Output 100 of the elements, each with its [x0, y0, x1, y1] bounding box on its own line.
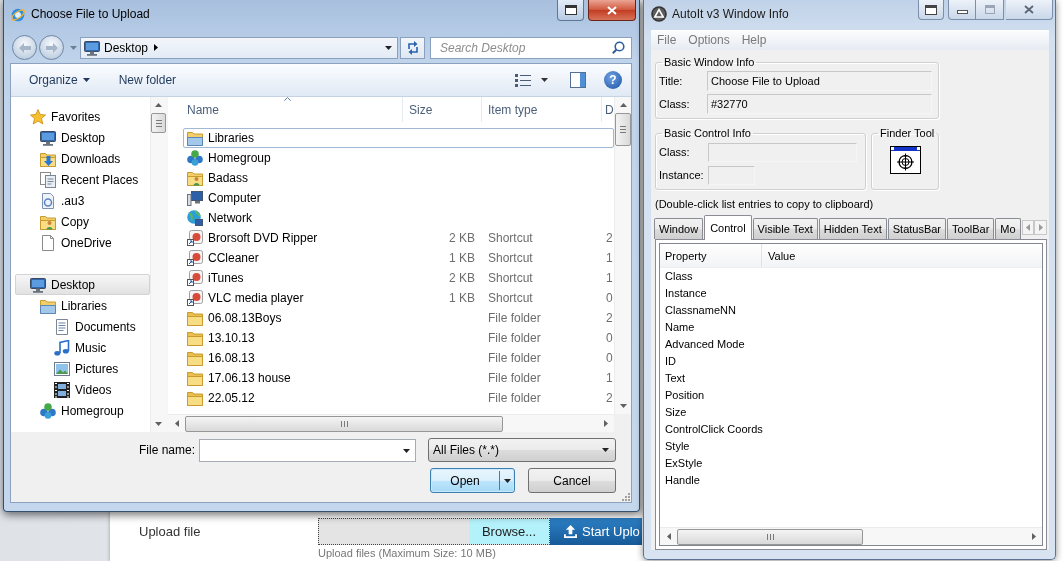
menu-item[interactable]: Help — [735, 33, 773, 47]
text-field[interactable]: Choose File to Upload — [707, 71, 932, 91]
column-header[interactable]: Item type — [482, 97, 602, 122]
scrollbar-thumb[interactable] — [677, 528, 863, 545]
file-row[interactable]: Network — [183, 208, 614, 228]
nav-item[interactable]: Homegroup — [15, 400, 150, 421]
file-row[interactable]: iTunes 2 KB Shortcut 1 — [183, 268, 614, 288]
column-header[interactable]: Size — [403, 97, 482, 122]
file-row[interactable]: VLC media player 1 KB Shortcut 0 — [183, 288, 614, 308]
nav-item[interactable]: OneDrive — [15, 232, 150, 253]
text-field[interactable]: #32770 — [707, 94, 932, 114]
file-name-field[interactable] — [199, 438, 416, 462]
nav-item[interactable]: Downloads — [15, 148, 150, 169]
scroll-right-arrow-icon[interactable] — [1032, 533, 1036, 540]
property-list-item[interactable]: Size — [660, 404, 1042, 421]
file-row[interactable]: CCleaner 1 KB Shortcut 1 — [183, 248, 614, 268]
tab[interactable]: Visible Text — [752, 218, 818, 239]
scroll-down-arrow-icon[interactable] — [155, 422, 162, 426]
scrollbar-thumb[interactable] — [151, 113, 166, 133]
breadcrumb-item[interactable]: Desktop — [104, 40, 149, 55]
file-input-field[interactable]: Browse... — [318, 518, 550, 545]
menu-item[interactable]: File — [651, 33, 683, 47]
file-row[interactable]: Homegroup — [183, 148, 614, 168]
property-list-item[interactable]: ControlClick Coords — [660, 421, 1042, 438]
scroll-up-arrow-icon[interactable] — [155, 103, 162, 107]
tab[interactable]: Control — [704, 215, 752, 240]
open-button[interactable]: Open — [430, 468, 515, 493]
property-list-item[interactable]: Name — [660, 319, 1042, 336]
minimize-button[interactable] — [948, 0, 976, 20]
column-header[interactable]: Name — [168, 97, 403, 122]
tab-scroll-right-button[interactable] — [1034, 220, 1047, 235]
column-header[interactable]: Property — [660, 244, 762, 267]
new-folder-button[interactable]: New folder — [112, 68, 183, 92]
nav-item[interactable]: Pictures — [15, 358, 150, 379]
nav-item[interactable]: Documents — [15, 316, 150, 337]
scrollbar-thumb[interactable] — [615, 113, 631, 146]
crosshair-icon[interactable] — [889, 146, 921, 174]
file-row[interactable]: 22.05.12 File folder 2 — [183, 388, 614, 408]
vertical-scrollbar[interactable] — [614, 97, 631, 414]
property-list-item[interactable]: Style — [660, 438, 1042, 455]
file-row[interactable]: 13.10.13 File folder 0 — [183, 328, 614, 348]
breadcrumb-arrow-icon[interactable] — [154, 44, 159, 51]
menu-item[interactable]: Options — [682, 33, 736, 47]
browse-button[interactable]: Browse... — [469, 519, 549, 544]
tab[interactable]: Window — [654, 218, 704, 239]
horizontal-scrollbar[interactable] — [660, 527, 1042, 545]
horizontal-scrollbar[interactable] — [168, 414, 614, 432]
vertical-scrollbar[interactable] — [150, 97, 166, 432]
column-header[interactable]: D — [602, 97, 614, 122]
scroll-left-arrow-icon[interactable] — [667, 533, 671, 540]
property-list-item[interactable]: Instance — [660, 285, 1042, 302]
tab[interactable]: Hidden Text — [818, 218, 887, 239]
file-row[interactable]: Libraries — [183, 128, 614, 148]
nav-item[interactable]: Libraries — [15, 295, 150, 316]
tab[interactable]: ToolBar — [947, 218, 995, 239]
search-field[interactable]: Search Desktop — [430, 36, 632, 59]
nav-item[interactable]: .au3 — [15, 190, 150, 211]
back-button[interactable] — [12, 35, 37, 60]
organize-button[interactable]: Organize — [23, 68, 96, 92]
file-row[interactable]: Computer — [183, 188, 614, 208]
scroll-right-arrow-icon[interactable] — [604, 420, 608, 427]
property-list-item[interactable]: Handle — [660, 472, 1042, 489]
title-bar-button[interactable] — [557, 0, 584, 21]
column-header[interactable]: Value — [762, 244, 802, 267]
file-row[interactable]: 16.08.13 File folder 0 — [183, 348, 614, 368]
nav-item[interactable]: Copy — [15, 211, 150, 232]
property-list-item[interactable]: ClassnameNN — [660, 302, 1042, 319]
refresh-button[interactable] — [400, 36, 425, 59]
property-list-item[interactable]: Position — [660, 387, 1042, 404]
property-list-item[interactable]: Text — [660, 370, 1042, 387]
resize-grip-icon[interactable] — [621, 492, 630, 501]
nav-item[interactable]: Desktop — [15, 274, 150, 295]
property-list-item[interactable]: ExStyle — [660, 455, 1042, 472]
file-type-dropdown[interactable]: All Files (*.*) — [428, 438, 616, 462]
tab[interactable]: StatusBar — [887, 218, 947, 239]
nav-item[interactable]: Favorites — [15, 106, 150, 127]
file-row[interactable]: Brorsoft DVD Ripper 2 KB Shortcut 2 — [183, 228, 614, 248]
scroll-down-arrow-icon[interactable] — [619, 404, 627, 408]
title-bar-button[interactable] — [918, 0, 944, 20]
file-row[interactable]: 06.08.13Boys File folder 2 — [183, 308, 614, 328]
text-field[interactable] — [708, 165, 755, 185]
file-row[interactable]: Badass — [183, 168, 614, 188]
property-list-item[interactable]: Advanced Mode — [660, 336, 1042, 353]
text-field[interactable] — [708, 142, 857, 162]
tab-scroll-left-button[interactable] — [1021, 220, 1035, 235]
nav-item[interactable]: Recent Places — [15, 169, 150, 190]
close-button[interactable] — [1006, 0, 1053, 20]
tab[interactable]: Mo — [995, 218, 1021, 239]
property-list-item[interactable]: ID — [660, 353, 1042, 370]
property-list-item[interactable]: Class — [660, 268, 1042, 285]
scrollbar-thumb[interactable] — [185, 415, 503, 432]
address-bar[interactable]: Desktop — [80, 36, 398, 59]
scroll-left-arrow-icon[interactable] — [175, 420, 179, 427]
nav-item[interactable]: Desktop — [15, 127, 150, 148]
close-button[interactable] — [588, 0, 636, 21]
nav-item[interactable]: Music — [15, 337, 150, 358]
nav-item[interactable]: Videos — [15, 379, 150, 400]
forward-button[interactable] — [39, 35, 64, 60]
cancel-button[interactable]: Cancel — [528, 468, 616, 493]
scroll-up-arrow-icon[interactable] — [619, 103, 627, 107]
